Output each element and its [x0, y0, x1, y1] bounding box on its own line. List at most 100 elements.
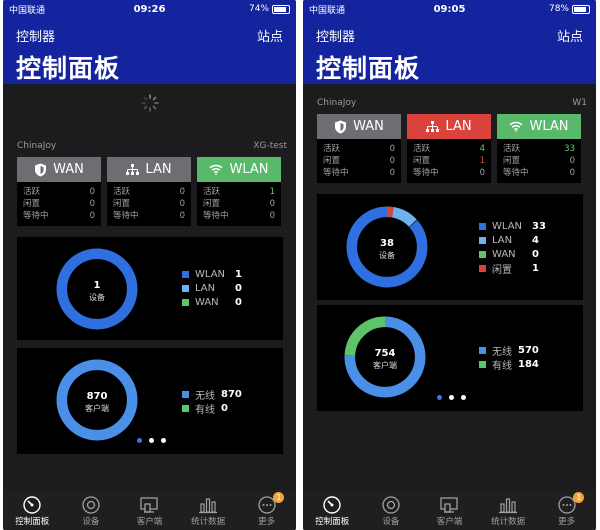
device-model: XG-test — [253, 141, 287, 151]
clients-total-label: 客户端 — [373, 360, 397, 370]
legend-value: 0 — [221, 402, 228, 414]
page-dot[interactable] — [149, 438, 154, 443]
wlan-card-header: WLAN — [497, 114, 581, 139]
legend-item: LAN 0 — [182, 281, 242, 295]
clock: 09:05 — [433, 3, 466, 15]
stat-value: 33 — [564, 144, 575, 154]
page-indicator[interactable] — [437, 395, 466, 400]
lan-card[interactable]: LAN 活跃 0 闲置 0 等待中 0 — [107, 157, 191, 226]
legend-label: 闲置 — [492, 264, 512, 276]
tab-label: 设备 — [82, 517, 100, 527]
legend-item: 无线 870 — [182, 387, 242, 402]
stat-value: 0 — [179, 211, 185, 221]
legend-label: 有线 — [195, 404, 215, 416]
tab-label: 控制面板 — [315, 517, 350, 527]
wan-card-label: WAN — [53, 162, 84, 177]
clients-panel[interactable]: 754 客户端 无线 570 有线 184 — [317, 305, 583, 411]
stat-label: 活跃 — [23, 187, 41, 197]
tab-more[interactable]: 1 更多 — [537, 490, 596, 530]
tab-label: 控制面板 — [15, 517, 50, 527]
legend-label: 无线 — [195, 390, 215, 402]
stat-label: 活跃 — [113, 187, 131, 197]
battery-icon — [272, 4, 290, 14]
clients-panel[interactable]: 870 客户端 无线 870 有线 0 — [17, 348, 283, 454]
wlan-card[interactable]: WLAN 活跃 33 闲置 0 等待中 0 — [497, 114, 581, 183]
wan-card-header: WAN — [317, 114, 401, 139]
tab-more[interactable]: 1 更多 — [237, 490, 296, 530]
stat-label: 活跃 — [203, 187, 221, 197]
network-icon — [426, 120, 440, 132]
devices-donut-chart: 38 设备 — [346, 206, 428, 288]
stat-label: 等待中 — [203, 211, 229, 221]
legend-label: LAN — [492, 234, 513, 246]
legend-value: 1 — [532, 262, 539, 274]
stat-value: 0 — [569, 168, 575, 178]
legend-value: 570 — [518, 344, 539, 356]
page-title: 控制面板 — [316, 54, 421, 83]
stat-value: 0 — [389, 156, 395, 166]
stat-value: 0 — [479, 168, 485, 178]
tab-devices[interactable]: 设备 — [62, 490, 121, 530]
notification-badge: 1 — [573, 492, 585, 503]
tab-clients[interactable]: 客户端 — [420, 490, 479, 530]
stat-label: 活跃 — [413, 144, 431, 154]
stat-value: 0 — [89, 199, 95, 209]
page-dot[interactable] — [449, 395, 454, 400]
tab-label: 更多 — [558, 517, 576, 527]
page-dot[interactable] — [161, 438, 166, 443]
devices-total-label: 设备 — [379, 250, 395, 260]
tab-label: 客户端 — [136, 517, 163, 527]
devices-donut-chart: 1 设备 — [56, 248, 138, 330]
tab-clients[interactable]: 客户端 — [120, 490, 179, 530]
devices-panel[interactable]: 1 设备 WLAN 1 LAN 0 WAN 0 — [17, 237, 283, 340]
tab-stats[interactable]: 统计数据 — [479, 490, 538, 530]
wan-card[interactable]: WAN 活跃 0 闲置 0 等待中 0 — [17, 157, 101, 226]
clients-legend: 无线 570 有线 184 — [479, 343, 539, 372]
tab-dashboard[interactable]: 控制面板 — [303, 490, 362, 530]
clients-total: 870 — [87, 391, 108, 402]
stats-icon — [199, 498, 218, 514]
page-dot[interactable] — [437, 395, 442, 400]
stat-label: 闲置 — [203, 199, 221, 209]
wan-card[interactable]: WAN 活跃 0 闲置 0 等待中 0 — [317, 114, 401, 183]
nav-bar: 控制器 站点 控制面板 — [303, 18, 596, 84]
tab-devices[interactable]: 设备 — [362, 490, 421, 530]
page-dot[interactable] — [461, 395, 466, 400]
legend-item: WLAN 33 — [479, 219, 546, 233]
tab-bar: 控制面板 设备 客户端 统计数据 1 更多 — [303, 490, 596, 530]
devices-panel[interactable]: 38 设备 WLAN 33 LAN 4 WAN 0 闲置 1 — [317, 194, 583, 300]
page-indicator[interactable] — [137, 438, 166, 443]
lan-card[interactable]: LAN 活跃 4 闲置 1 等待中 0 — [407, 114, 491, 183]
port-cards: WAN 活跃 0 闲置 0 等待中 0 LAN 活跃 4 闲置 1 等待中 0 WLAN — [317, 114, 581, 183]
phone-screen-left: 中国联通 09:26 74% 控制器 站点 控制面板 ChinaJoy XG-t… — [3, 0, 296, 530]
devices-total: 38 — [380, 238, 394, 249]
devices-legend: WLAN 33 LAN 4 WAN 0 闲置 1 — [479, 219, 546, 276]
device-icon — [82, 496, 100, 514]
clients-total-label: 客户端 — [85, 403, 109, 413]
stat-value: 1 — [479, 156, 485, 166]
stat-value: 0 — [569, 156, 575, 166]
legend-label: 无线 — [492, 346, 512, 358]
devices-legend: WLAN 1 LAN 0 WAN 0 — [182, 267, 242, 309]
legend-value: 870 — [221, 388, 242, 400]
port-cards: WAN 活跃 0 闲置 0 等待中 0 LAN 活跃 0 闲置 0 等待中 0 WLAN — [17, 157, 281, 226]
controller-back-button[interactable]: 控制器 — [16, 26, 55, 45]
clients-legend: 无线 870 有线 0 — [182, 387, 242, 416]
tab-stats[interactable]: 统计数据 — [179, 490, 238, 530]
page-dot[interactable] — [137, 438, 142, 443]
tab-dashboard[interactable]: 控制面板 — [3, 490, 62, 530]
status-bar: 中国联通 09:26 74% — [3, 0, 296, 18]
site-button[interactable]: 站点 — [257, 26, 283, 45]
wlan-card[interactable]: WLAN 活跃 1 闲置 0 等待中 0 — [197, 157, 281, 226]
site-button[interactable]: 站点 — [557, 26, 583, 45]
tab-label: 统计数据 — [491, 517, 526, 527]
controller-back-button[interactable]: 控制器 — [316, 26, 355, 45]
stat-label: 活跃 — [503, 144, 521, 154]
legend-item: WLAN 1 — [182, 267, 242, 281]
stat-label: 闲置 — [413, 156, 431, 166]
wlan-card-header: WLAN — [197, 157, 281, 182]
legend-label: LAN — [195, 282, 216, 294]
shield-icon — [335, 120, 347, 133]
lan-card-header: LAN — [407, 114, 491, 139]
device-icon — [382, 496, 400, 514]
